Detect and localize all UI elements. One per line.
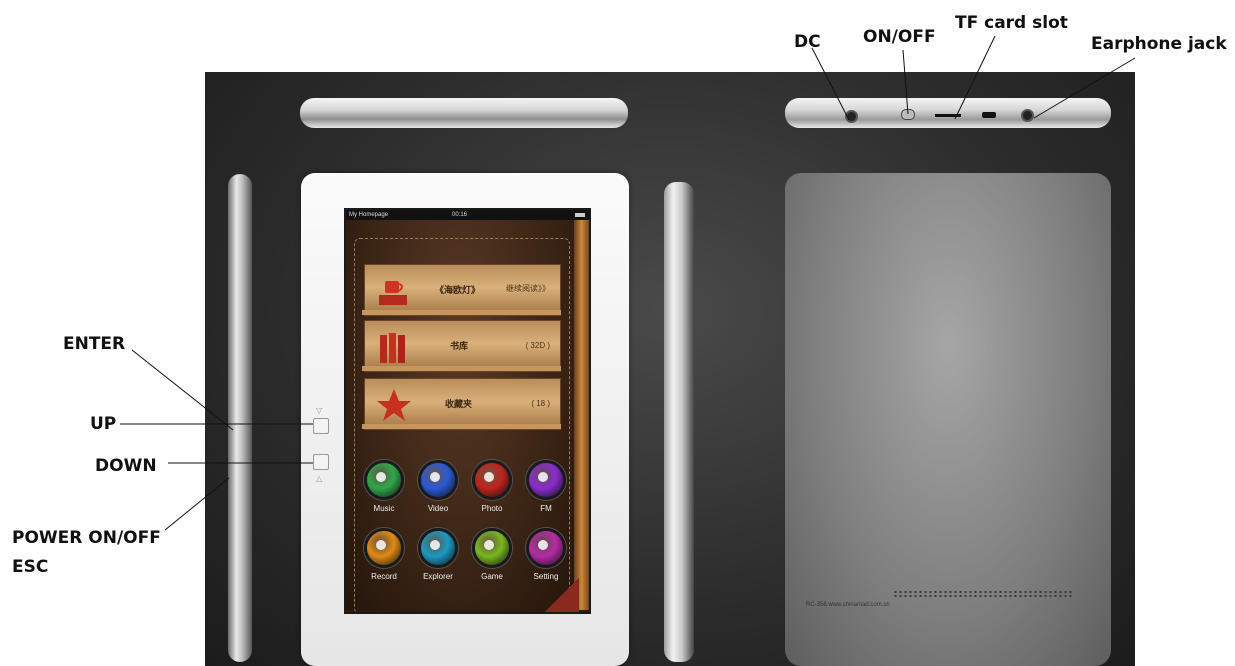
- label-dc: DC: [794, 32, 821, 52]
- label-on-off: ON/OFF: [863, 27, 936, 47]
- label-esc: ESC: [12, 557, 49, 577]
- label-enter: ENTER: [63, 334, 126, 354]
- label-down: DOWN: [95, 456, 157, 476]
- callout-lines: [120, 35, 1136, 531]
- label-earphone-jack: Earphone jack: [1091, 34, 1227, 54]
- label-up: UP: [90, 414, 117, 434]
- label-power-on-off: POWER ON/OFF: [12, 528, 161, 548]
- label-tf-card-slot: TF card slot: [955, 13, 1068, 33]
